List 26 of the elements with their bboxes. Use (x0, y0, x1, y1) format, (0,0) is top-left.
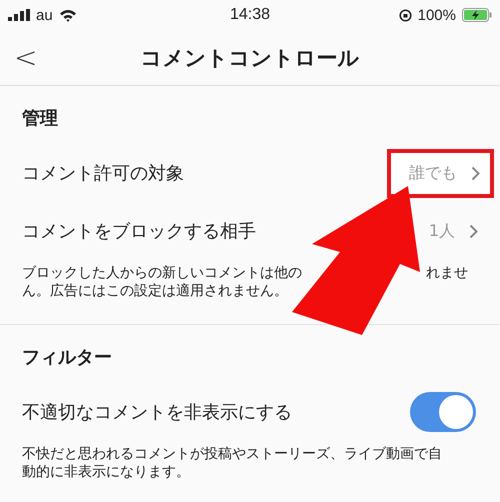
status-time: 14:38 (230, 6, 270, 24)
battery-percent: 100% (418, 6, 456, 24)
note-text: ブロックした人からの新しいコメントは他の (22, 264, 302, 282)
toggle-switch[interactable] (410, 392, 476, 432)
setting-label: 不適切なコメントを非表示にする (22, 401, 292, 424)
carrier-label: au (36, 6, 53, 24)
section-header: 管理 (21, 107, 59, 131)
signal-icon (8, 9, 30, 21)
setting-row[interactable]: コメントをブロックする相手 1人 (0, 202, 500, 260)
setting-value: 1人 (428, 220, 455, 242)
rotation-lock-icon (398, 8, 412, 22)
note-text: 動的に非表示になります。 (22, 463, 191, 481)
chevron-icon (471, 166, 480, 180)
note-text: ん。広告にはこの設定は適用されません。 (22, 282, 289, 300)
note-text: れませ (426, 264, 468, 282)
setting-row[interactable]: コメント許可の対象 誰でも (0, 144, 500, 202)
wifi-icon (58, 8, 77, 22)
screen-title: コメントコントロール (140, 44, 360, 72)
setting-label: コメント許可の対象 (22, 162, 184, 185)
note-text: 不快だと思われるコメントが投稿やストーリーズ、ライブ動画で自 (22, 445, 442, 463)
setting-label: コメントをブロックする相手 (22, 220, 256, 243)
section-header: フィルター (21, 346, 113, 370)
battery-charging-icon (462, 8, 492, 22)
chevron-icon (469, 224, 478, 238)
setting-value: 誰でも (409, 162, 457, 184)
back-button[interactable]: < (0, 41, 60, 74)
